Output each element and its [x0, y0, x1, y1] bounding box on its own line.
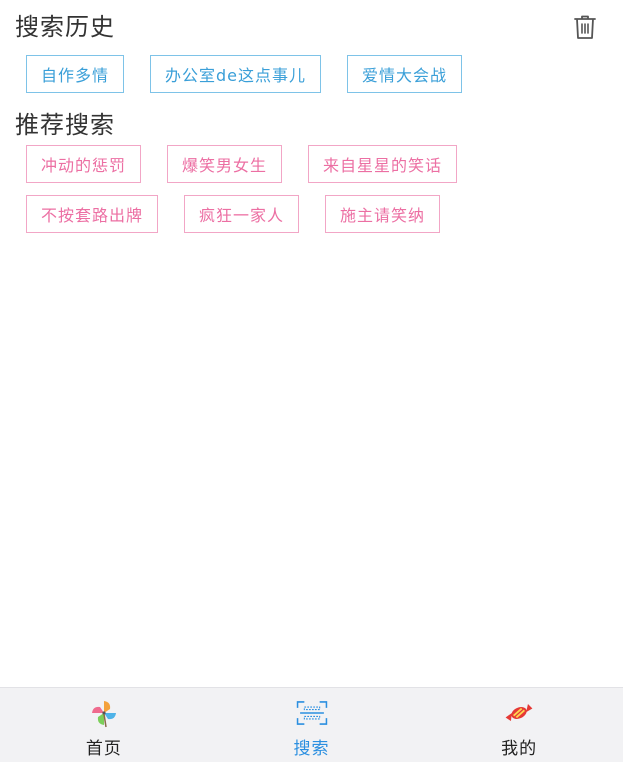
candy-icon — [502, 698, 536, 728]
history-tag[interactable]: 办公室de这点事儿 — [150, 55, 322, 93]
history-header: 搜索历史 — [15, 5, 608, 49]
pinwheel-icon — [87, 698, 121, 728]
recommend-tag[interactable]: 爆笑男女生 — [167, 145, 283, 183]
tab-search-label: 搜索 — [293, 739, 330, 759]
history-title: 搜索历史 — [15, 13, 115, 41]
recommend-tag[interactable]: 疯狂一家人 — [184, 195, 300, 233]
clear-history-button[interactable] — [570, 12, 600, 42]
bottom-tab-bar: 首页 搜索 我的 — [0, 687, 623, 762]
recommend-header: 推荐搜索 — [15, 107, 608, 143]
tab-home-label: 首页 — [85, 739, 122, 759]
tab-mine-label: 我的 — [501, 739, 538, 759]
tab-search[interactable]: 搜索 — [208, 688, 416, 762]
recommend-tag[interactable]: 不按套路出牌 — [26, 195, 159, 233]
history-tag[interactable]: 爱情大会战 — [347, 55, 463, 93]
tab-mine[interactable]: 我的 — [415, 688, 623, 762]
trash-icon — [574, 15, 596, 39]
recommend-tag[interactable]: 来自星星的笑话 — [308, 145, 458, 183]
recommend-title: 推荐搜索 — [15, 111, 115, 139]
scan-icon — [295, 698, 329, 728]
search-page: 搜索历史 自作多情 办公室de这点事儿 爱情大会战 推荐搜索 冲动的惩罚 爆笑男… — [0, 0, 623, 688]
tab-home[interactable]: 首页 — [0, 688, 208, 762]
history-tag-list: 自作多情 办公室de这点事儿 爱情大会战 — [15, 55, 608, 93]
recommend-tag[interactable]: 冲动的惩罚 — [26, 145, 142, 183]
history-tag[interactable]: 自作多情 — [26, 55, 125, 93]
recommend-tag[interactable]: 施主请笑纳 — [325, 195, 441, 233]
recommend-tag-list: 冲动的惩罚 爆笑男女生 来自星星的笑话 不按套路出牌 疯狂一家人 施主请笑纳 — [15, 145, 608, 233]
